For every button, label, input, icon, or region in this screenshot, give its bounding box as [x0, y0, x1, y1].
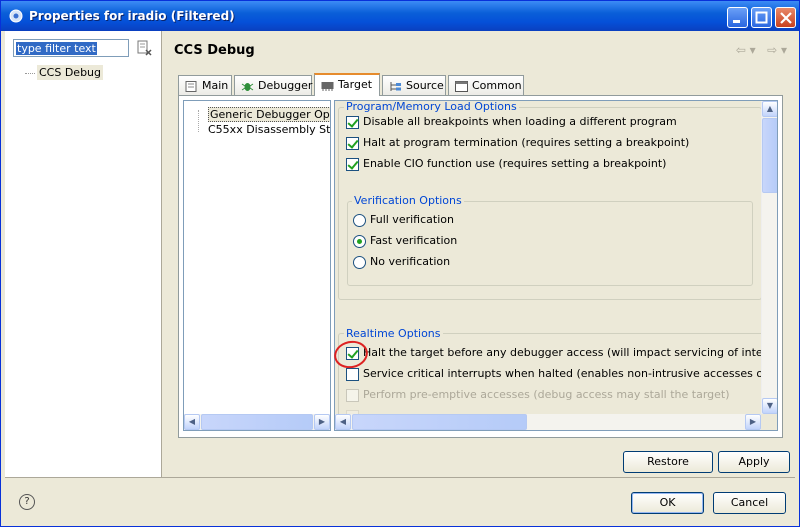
scroll-right-icon[interactable]: ▶ [745, 414, 761, 430]
tab-source-label: Source [406, 79, 444, 92]
scroll-left-icon[interactable]: ◀ [335, 414, 351, 430]
close-button[interactable] [775, 7, 796, 28]
checkbox-label: Halt at program termination (requires se… [363, 136, 690, 149]
title-bar[interactable]: Properties for iradio (Filtered) [1, 1, 799, 31]
main-tab-icon [185, 80, 197, 92]
help-icon[interactable]: ? [19, 494, 35, 510]
list-horizontal-scrollbar[interactable]: ◀ ▶ [184, 414, 330, 430]
scroll-up-icon[interactable]: ▲ [762, 101, 777, 117]
tab-common-label: Common [472, 79, 522, 92]
checkbox-icon [346, 136, 359, 150]
radio-no-verification[interactable]: No verification [353, 255, 450, 271]
clear-filter-icon[interactable] [136, 40, 152, 56]
checkbox-pre-emptive-accesses[interactable]: Perform pre-emptive accesses (debug acce… [346, 388, 730, 404]
checkbox-icon [346, 115, 359, 129]
scroll-thumb[interactable] [762, 118, 777, 193]
page-pane: CCS Debug ⇦ ▾ ⇨ ▾ Main Debugger Target S… [162, 31, 795, 488]
list-item-c55xx-disassembly-style[interactable]: C55xx Disassembly Style [208, 123, 330, 136]
option-category-list: Generic Debugger Option C55xx Disassembl… [183, 100, 331, 431]
minimize-icon [733, 20, 740, 23]
radio-label: No verification [370, 255, 451, 268]
forward-arrow-icon[interactable]: ⇨ ▾ [767, 43, 787, 57]
tab-debugger[interactable]: Debugger [234, 75, 312, 95]
tree-item-label: CCS Debug [37, 65, 104, 80]
tab-target[interactable]: Target [314, 73, 380, 96]
checkbox-enable-cio[interactable]: Enable CIO function use (requires settin… [346, 157, 666, 173]
apply-button[interactable]: Apply [718, 451, 790, 473]
radio-icon [353, 213, 366, 227]
filter-input[interactable]: type filter text [13, 39, 129, 57]
properties-dialog: Properties for iradio (Filtered) type fi… [0, 0, 800, 527]
checkbox-icon [346, 157, 359, 171]
scroll-down-icon[interactable]: ▼ [762, 398, 777, 414]
list-item-generic-debugger-option[interactable]: Generic Debugger Option [208, 107, 330, 122]
realtime-legend: Realtime Options [344, 327, 443, 340]
close-icon [780, 12, 792, 24]
checkbox-halt-target-before-access[interactable]: Halt the target before any debugger acce… [346, 346, 778, 362]
maximize-icon [755, 11, 768, 24]
settings-horizontal-scrollbar[interactable]: ◀ ▶ [335, 414, 761, 430]
list-tree-lines [198, 110, 208, 132]
category-pane: type filter text CCS Debug [5, 31, 162, 477]
scroll-left-icon[interactable]: ◀ [184, 414, 200, 430]
target-tab-content: Generic Debugger Option C55xx Disassembl… [178, 95, 783, 438]
option-settings-panel: Program/Memory Load Options Disable all … [334, 100, 778, 431]
checkbox-label: Perform pre-emptive accesses (debug acce… [363, 388, 730, 401]
dialog-client-area: type filter text CCS Debug CCS Debug ⇦ ▾… [5, 31, 795, 524]
radio-label: Full verification [370, 213, 454, 226]
common-icon [455, 80, 468, 92]
filter-input-text: type filter text [16, 42, 97, 55]
radio-icon [353, 255, 366, 269]
target-icon [321, 81, 334, 91]
back-arrow-icon[interactable]: ⇦ ▾ [736, 43, 756, 57]
settings-vertical-scrollbar[interactable]: ▲ ▼ [761, 101, 777, 414]
radio-fast-verification[interactable]: Fast verification [353, 234, 457, 250]
tree-connector [25, 73, 35, 74]
checkbox-icon [346, 367, 359, 381]
tab-main-label: Main [202, 79, 229, 92]
checkbox-label: Disable all breakpoints when loading a d… [363, 115, 677, 128]
page-navigation: ⇦ ▾ ⇨ ▾ [736, 43, 787, 57]
ok-button[interactable]: OK [631, 492, 704, 514]
radio-label: Fast verification [370, 234, 458, 247]
checkbox-icon [346, 388, 359, 402]
checkbox-label: Halt the target before any debugger acce… [363, 346, 778, 359]
tab-main[interactable]: Main [178, 75, 232, 95]
checkbox-service-critical-interrupts[interactable]: Service critical interrupts when halted … [346, 367, 777, 383]
tab-source[interactable]: Source [382, 75, 446, 95]
checkbox-label: Service critical interrupts when halted … [363, 367, 777, 380]
restore-defaults-button[interactable]: Restore Defaults [623, 451, 713, 488]
properties-icon [9, 9, 23, 23]
tab-debugger-label: Debugger [258, 79, 313, 92]
source-icon [390, 81, 401, 91]
radio-icon [353, 234, 366, 248]
verification-legend: Verification Options [352, 194, 464, 207]
checkbox-halt-program-termination[interactable]: Halt at program termination (requires se… [346, 136, 689, 152]
cancel-button[interactable]: Cancel [713, 492, 786, 514]
page-title: CCS Debug [174, 43, 255, 58]
bug-icon [241, 82, 254, 91]
dialog-button-bar: ? OK Cancel [5, 477, 795, 524]
minimize-button[interactable] [727, 7, 748, 28]
checkbox-disable-breakpoints[interactable]: Disable all breakpoints when loading a d… [346, 115, 677, 131]
scroll-right-icon[interactable]: ▶ [314, 414, 330, 430]
program-load-legend: Program/Memory Load Options [344, 100, 519, 113]
scroll-thumb[interactable] [201, 414, 313, 430]
tab-target-label: Target [338, 78, 373, 91]
maximize-button[interactable] [751, 7, 772, 28]
window-title: Properties for iradio (Filtered) [29, 9, 235, 23]
radio-full-verification[interactable]: Full verification [353, 213, 454, 229]
checkbox-label: Enable CIO function use (requires settin… [363, 157, 667, 170]
scroll-thumb[interactable] [352, 414, 527, 430]
tab-common[interactable]: Common [448, 75, 524, 95]
